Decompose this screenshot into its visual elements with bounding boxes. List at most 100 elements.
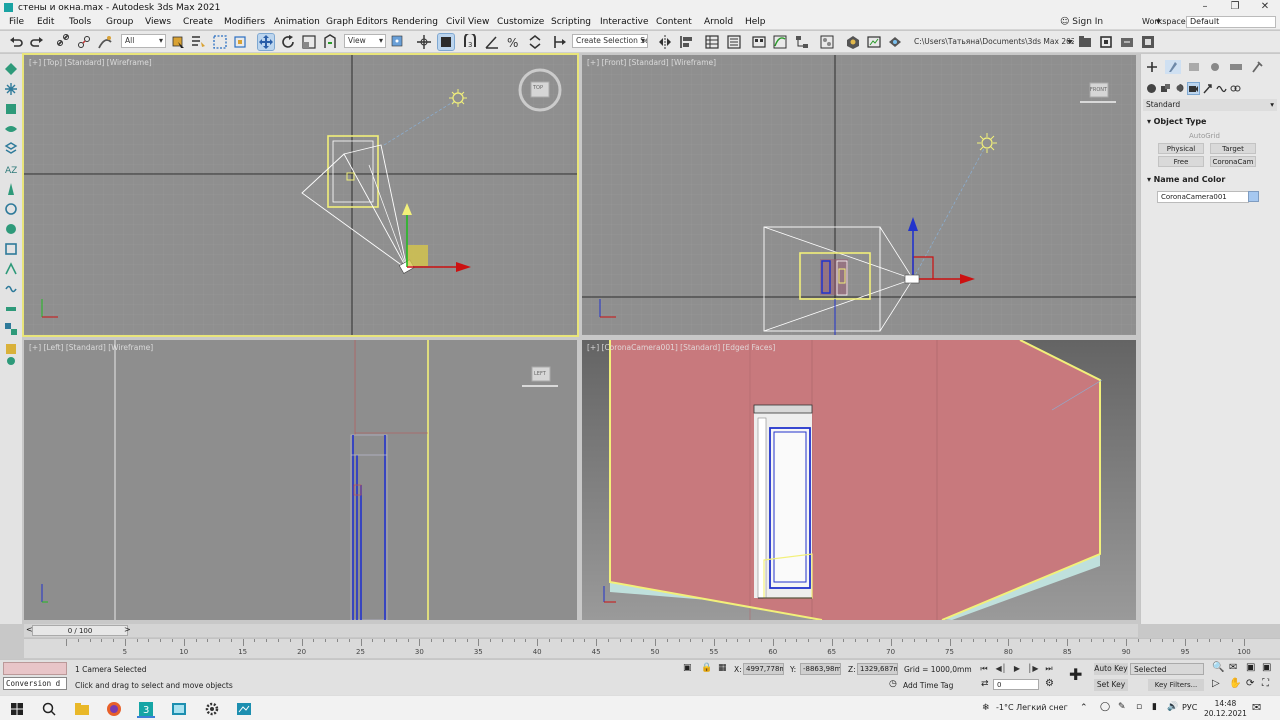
x-coordinate-field[interactable]: 4997,778m [743, 663, 784, 675]
edit-named-selection-icon[interactable] [552, 34, 568, 50]
cameras-icon[interactable] [1187, 82, 1200, 95]
helpers-icon[interactable] [1202, 83, 1213, 94]
window-crossing-icon[interactable] [232, 34, 248, 50]
frame-buffer-icon[interactable] [235, 700, 253, 718]
menu-help[interactable]: Help [745, 17, 766, 27]
systems-icon[interactable] [1230, 83, 1241, 94]
group-filter-icon[interactable] [4, 322, 18, 336]
menu-tools[interactable]: Tools [69, 17, 91, 27]
spinner-snap-icon[interactable] [527, 34, 543, 50]
close-button[interactable]: ✕ [1250, 0, 1280, 15]
selection-filter-dropdown[interactable]: All [121, 34, 166, 48]
material-editor-icon[interactable] [819, 34, 835, 50]
keyboard-shortcut-override-icon[interactable] [437, 33, 455, 51]
camera-filter-icon[interactable] [4, 202, 18, 216]
category-dropdown[interactable]: Standard [1143, 99, 1277, 111]
viewport-label[interactable]: [+] [Top] [Standard] [Wireframe] [29, 58, 152, 67]
space-warps-icon[interactable] [1216, 83, 1227, 94]
lights-icon[interactable] [1174, 83, 1185, 94]
hierarchy-tab-icon[interactable] [1186, 60, 1202, 74]
minimize-button[interactable]: – [1190, 0, 1220, 15]
menu-views[interactable]: Views [145, 17, 171, 27]
viewport-front[interactable]: [+] [Front] [Standard] [Wireframe] FRONT [582, 55, 1136, 335]
target-camera-button[interactable]: Target [1210, 143, 1256, 154]
place-tool-icon[interactable] [322, 34, 338, 50]
render-setup-icon[interactable] [845, 34, 861, 50]
geometry-icon[interactable] [1146, 83, 1157, 94]
time-slider[interactable]: < 0 / 100 > [24, 624, 1138, 637]
tray-app-icon[interactable]: ◯ [1100, 702, 1110, 712]
spacewarp-filter-icon[interactable] [4, 282, 18, 296]
corona-app-icon[interactable] [170, 700, 188, 718]
menu-graph-editors[interactable]: Graph Editors [326, 17, 388, 27]
time-slider-thumb[interactable]: 0 / 100 [32, 625, 128, 636]
scale-tool-icon[interactable] [301, 34, 317, 50]
display-tab-icon[interactable] [1228, 60, 1244, 74]
display-filter-icon[interactable] [4, 182, 18, 196]
zoom-icon[interactable]: 🔍 [1212, 662, 1224, 673]
unlink-icon[interactable] [76, 34, 92, 50]
name-and-color-rollout[interactable]: Name and Color [1147, 175, 1226, 184]
asset-tracking-icon[interactable] [1098, 34, 1114, 50]
motion-tab-icon[interactable] [1207, 60, 1223, 74]
script-listener-swatch[interactable] [3, 662, 67, 675]
menu-scripting[interactable]: Scripting [551, 17, 591, 27]
render-production-icon[interactable] [887, 34, 903, 50]
viewcube-label[interactable]: FRONT [1090, 87, 1107, 93]
scene-explorer-icon[interactable] [4, 62, 18, 76]
network-icon[interactable]: ▫ [1136, 702, 1142, 712]
rotate-tool-icon[interactable] [280, 34, 296, 50]
ribbon-toggle-icon[interactable] [751, 34, 767, 50]
search-icon[interactable] [40, 700, 58, 718]
notification-icon[interactable]: ✉ [1252, 701, 1261, 714]
set-project-folder-icon[interactable] [1119, 34, 1135, 50]
maximize-button[interactable]: ❐ [1220, 0, 1250, 15]
viewport-label[interactable]: [+] [Left] [Standard] [Wireframe] [29, 343, 153, 352]
object-color-swatch[interactable] [1248, 191, 1259, 202]
set-key-button[interactable]: Set Key [1094, 679, 1128, 691]
reference-coordinate-dropdown[interactable]: View [344, 34, 386, 48]
input-language[interactable]: РУС [1182, 703, 1197, 712]
align-icon[interactable] [679, 34, 695, 50]
object-name-field[interactable]: CoronaCamera001 [1157, 191, 1249, 203]
named-selection-sets-dropdown[interactable]: Create Selection Se [572, 34, 648, 48]
system-clock[interactable]: 14:48 20.12.2021 [1204, 699, 1247, 719]
weather-text[interactable]: -1°C Легкий снег [996, 703, 1068, 712]
select-manipulate-icon[interactable] [416, 34, 432, 50]
go-to-end-icon[interactable]: ⏭ [1043, 663, 1055, 674]
weather-icon[interactable]: ❄ [982, 703, 990, 713]
helper-filter-icon[interactable] [4, 262, 18, 276]
zoom-extents-icon[interactable]: ▣ [1246, 662, 1255, 673]
shapes-icon[interactable] [1160, 83, 1171, 94]
volume-icon[interactable]: 🔊 [1167, 702, 1178, 712]
y-coordinate-field[interactable]: -8863,98m [800, 663, 841, 675]
bone-filter-icon[interactable] [4, 302, 18, 316]
object-type-rollout[interactable]: Object Type [1147, 117, 1207, 126]
pivot-center-icon[interactable] [390, 34, 406, 50]
corona-camera-button[interactable]: CoronaCam [1210, 156, 1256, 167]
transform-mode-icon[interactable]: ▦ [718, 663, 727, 673]
zoom-extents-all-icon[interactable]: ▣ [1262, 662, 1271, 673]
workspace-dropdown[interactable]: Default [1186, 16, 1276, 28]
viewport-top[interactable]: [+] [Top] [Standard] [Wireframe] TOP [22, 53, 579, 337]
container-icon[interactable] [1140, 34, 1156, 50]
orbit-icon[interactable]: ⟳ [1246, 678, 1254, 689]
sort-icon[interactable]: AZ [4, 162, 18, 176]
menu-file[interactable]: File [9, 17, 24, 27]
free-camera-button[interactable]: Free [1158, 156, 1204, 167]
chevron-down-icon[interactable] [1062, 34, 1078, 50]
bind-space-warp-icon[interactable] [97, 34, 113, 50]
viewport-label[interactable]: [+] [CoronaCamera001] [Standard] [Edged … [587, 343, 775, 352]
field-of-view-icon[interactable]: ▷ [1212, 678, 1220, 689]
set-key-plus-icon[interactable]: ✚ [1069, 665, 1082, 684]
menu-edit[interactable]: Edit [37, 17, 54, 27]
tray-ink-icon[interactable]: ✎ [1118, 702, 1126, 712]
viewcube-label[interactable]: LEFT [534, 371, 546, 377]
menu-animation[interactable]: Animation [274, 17, 320, 27]
settings-gear-icon[interactable] [203, 700, 221, 718]
go-to-start-icon[interactable]: ⏮ [978, 663, 990, 674]
maxscript-mini-listener[interactable]: Conversion d [3, 677, 67, 690]
undo-icon[interactable] [8, 34, 24, 50]
rendered-frame-window-icon[interactable] [866, 34, 882, 50]
battery-icon[interactable]: ▮ [1152, 702, 1157, 712]
